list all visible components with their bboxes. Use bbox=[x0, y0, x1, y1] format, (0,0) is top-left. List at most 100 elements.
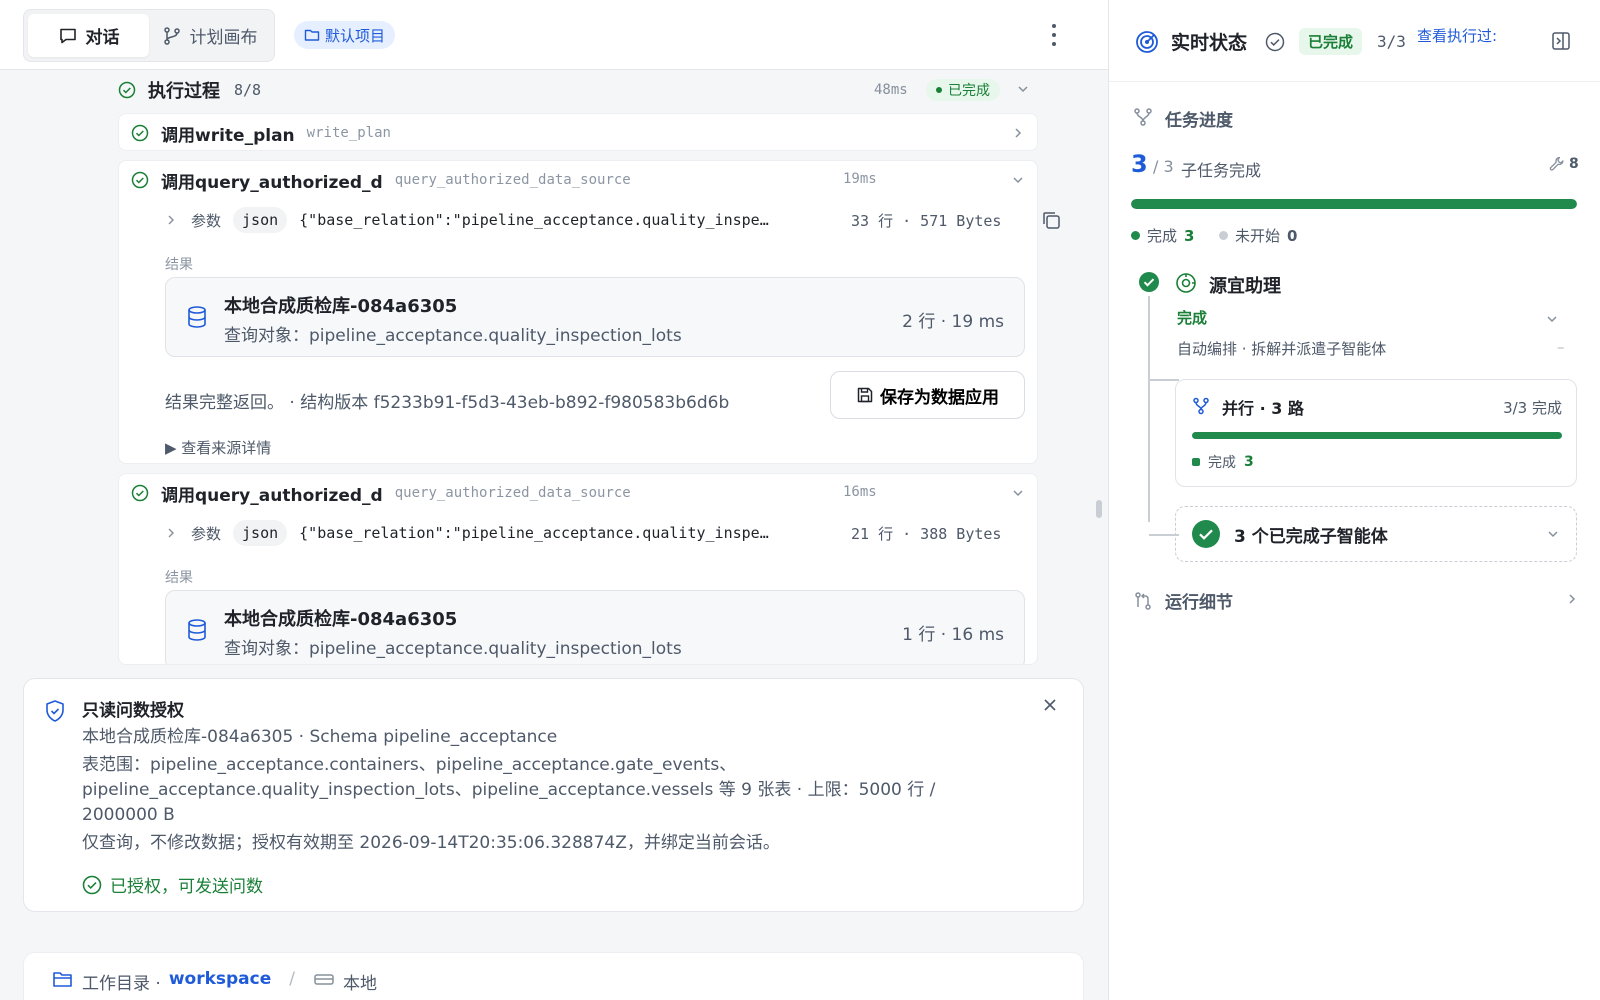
tasks-total: / 3 bbox=[1153, 157, 1174, 176]
source-details-toggle[interactable]: ▶ 查看来源详情 bbox=[165, 437, 271, 458]
execution-header[interactable]: 执行过程 8/8 48ms 已完成 bbox=[118, 70, 1038, 110]
check-circle-icon bbox=[118, 81, 136, 99]
copy-icon[interactable] bbox=[1040, 209, 1062, 231]
chevron-down-icon[interactable] bbox=[1545, 312, 1559, 326]
step-card-query-2: 调用query_authorized_d query_authorized_da… bbox=[118, 473, 1038, 665]
run-details-row[interactable]: 运行细节 bbox=[1133, 588, 1579, 613]
completed-subagents-group[interactable]: 3 个已完成子智能体 bbox=[1175, 506, 1577, 562]
chat-bubble-icon bbox=[59, 28, 76, 43]
chevron-right-icon[interactable] bbox=[1011, 126, 1025, 140]
authorization-status: 已授权，可发送问数 bbox=[82, 872, 263, 897]
folder-icon bbox=[304, 29, 320, 41]
run-details-label: 运行细节 bbox=[1165, 593, 1233, 613]
task-progress-label: 任务进度 bbox=[1165, 111, 1233, 131]
chevron-down-icon[interactable] bbox=[1011, 486, 1025, 500]
check-circle-icon bbox=[1265, 32, 1285, 52]
step-title: 调用query_authorized_d bbox=[161, 485, 383, 506]
execution-count: 8/8 bbox=[234, 81, 262, 99]
drive-icon bbox=[314, 974, 334, 985]
result-subtitle: 查询对象：pipeline_acceptance.quality_inspect… bbox=[224, 326, 682, 346]
collapse-sidebar-icon[interactable] bbox=[1551, 31, 1571, 51]
save-button-label: 保存为数据应用 bbox=[880, 387, 999, 407]
check-circle-icon bbox=[131, 171, 149, 189]
result-label: 结果 bbox=[165, 257, 193, 273]
tab-plan-canvas[interactable]: 计划画布 bbox=[149, 14, 270, 57]
authorization-panel: 只读问数授权 本地合成质检库-084a6305 · Schema pipelin… bbox=[23, 678, 1084, 912]
result-title: 本地合成质检库-084a6305 bbox=[224, 609, 458, 630]
param-type-chip: json bbox=[233, 207, 288, 233]
step-title: 调用query_authorized_d bbox=[161, 172, 383, 193]
param-row[interactable]: 参数 json {"base_relation":"pipeline_accep… bbox=[165, 518, 1025, 548]
chevron-right-icon[interactable] bbox=[165, 527, 177, 539]
chevron-right-icon[interactable] bbox=[165, 214, 177, 226]
parallel-group[interactable]: 并行 · 3 路 3/3 完成 完成 3 bbox=[1175, 379, 1577, 487]
check-filled-icon bbox=[1139, 272, 1159, 292]
radar-icon bbox=[1136, 31, 1158, 53]
project-chip[interactable]: 默认项目 bbox=[294, 21, 396, 49]
subagents-title: 3 个已完成子智能体 bbox=[1234, 526, 1388, 547]
realtime-title: 实时状态 bbox=[1171, 32, 1248, 54]
flow-icon bbox=[1134, 108, 1152, 126]
tasks-desc: 子任务完成 bbox=[1181, 161, 1262, 180]
result-summary: 结果完整返回。 · 结构版本 f5233b91-f5d3-43eb-b892-f… bbox=[165, 393, 730, 413]
location-local[interactable]: 本地 bbox=[343, 969, 377, 994]
param-text: {"base_relation":"pipeline_acceptance.qu… bbox=[299, 211, 769, 229]
result-box[interactable]: 本地合成质检库-084a6305 查询对象：pipeline_acceptanc… bbox=[165, 277, 1025, 357]
assistant-icon bbox=[1176, 273, 1196, 293]
step-header[interactable]: 调用query_authorized_d query_authorized_da… bbox=[119, 161, 1037, 199]
scrollbar-handle[interactable] bbox=[1096, 500, 1102, 518]
execution-duration: 48ms bbox=[874, 82, 908, 98]
step-title: 调用write_plan bbox=[161, 125, 295, 146]
workspace-bar: 工作目录 · workspace / 本地 bbox=[23, 952, 1084, 1000]
tree-connector bbox=[1148, 296, 1150, 522]
step-card-write-plan[interactable]: 调用write_plan write_plan bbox=[118, 113, 1038, 151]
save-icon bbox=[857, 387, 873, 403]
view-execution-link[interactable]: 查看执行过: bbox=[1417, 25, 1497, 46]
step-card-query-1: 调用query_authorized_d query_authorized_da… bbox=[118, 160, 1060, 464]
top-bar: 对话 计划画布 默认项目 bbox=[0, 0, 1108, 70]
result-label: 结果 bbox=[165, 570, 193, 586]
task-progress-bar bbox=[1131, 199, 1577, 209]
result-box[interactable]: 本地合成质检库-084a6305 查询对象：pipeline_acceptanc… bbox=[165, 590, 1025, 664]
authorization-validity: 仅查询，不修改数据；授权有效期至 2026-09-14T20:35:06.328… bbox=[82, 833, 780, 853]
param-label: 参数 bbox=[191, 211, 222, 230]
close-icon[interactable] bbox=[1042, 697, 1058, 713]
parallel-progress-bar bbox=[1192, 432, 1562, 439]
parallel-progress-fill bbox=[1192, 432, 1562, 439]
realtime-count: 3/3 bbox=[1377, 32, 1406, 51]
status-badge: 已完成 bbox=[926, 79, 1000, 101]
authorization-scope: 表范围：pipeline_acceptance.containers、pipel… bbox=[82, 755, 936, 825]
step-tool: write_plan bbox=[306, 125, 391, 141]
agent-desc: 自动编排 · 拆解并派遣子智能体 bbox=[1177, 340, 1387, 358]
tasks-done-count: 3 bbox=[1131, 150, 1148, 178]
database-icon bbox=[188, 306, 206, 328]
legend-done: 完成 3 bbox=[1131, 225, 1194, 246]
save-as-data-app-button[interactable]: 保存为数据应用 bbox=[830, 371, 1025, 419]
more-menu-icon[interactable] bbox=[1046, 20, 1062, 50]
agent-name: 源宜助理 bbox=[1209, 276, 1281, 297]
result-subtitle: 查询对象：pipeline_acceptance.quality_inspect… bbox=[224, 639, 682, 659]
chevron-down-icon[interactable] bbox=[1011, 173, 1025, 187]
chevron-down-icon[interactable] bbox=[1016, 82, 1030, 96]
param-row[interactable]: 参数 json {"base_relation":"pipeline_accep… bbox=[165, 205, 1060, 235]
workspace-link[interactable]: workspace bbox=[169, 969, 271, 989]
shield-check-icon bbox=[46, 700, 64, 722]
project-name: 默认项目 bbox=[325, 26, 386, 45]
task-progress-fill bbox=[1131, 199, 1577, 209]
param-type-chip: json bbox=[233, 520, 288, 546]
branch-icon bbox=[163, 26, 180, 45]
realtime-status-panel: 实时状态 已完成 3/3 查看执行过: 任务进度 3 / 3 子任务完成 8 完… bbox=[1108, 0, 1600, 1000]
tab-chat-label: 对话 bbox=[85, 28, 120, 48]
authorization-source: 本地合成质检库-084a6305 · Schema pipeline_accep… bbox=[82, 727, 558, 747]
chevron-down-icon[interactable] bbox=[1546, 527, 1560, 541]
param-text: {"base_relation":"pipeline_acceptance.qu… bbox=[299, 524, 769, 542]
parallel-count: 3/3 完成 bbox=[1503, 399, 1562, 417]
path-separator: / bbox=[289, 969, 295, 989]
tree-branch bbox=[1149, 379, 1179, 381]
database-icon bbox=[188, 619, 206, 641]
status-badge: 已完成 bbox=[1299, 28, 1363, 55]
tab-chat[interactable]: 对话 bbox=[28, 14, 149, 57]
step-header[interactable]: 调用query_authorized_d query_authorized_da… bbox=[119, 474, 1037, 512]
chevron-right-icon[interactable] bbox=[1565, 592, 1579, 606]
workspace-dir-label: 工作目录 · bbox=[82, 974, 161, 994]
